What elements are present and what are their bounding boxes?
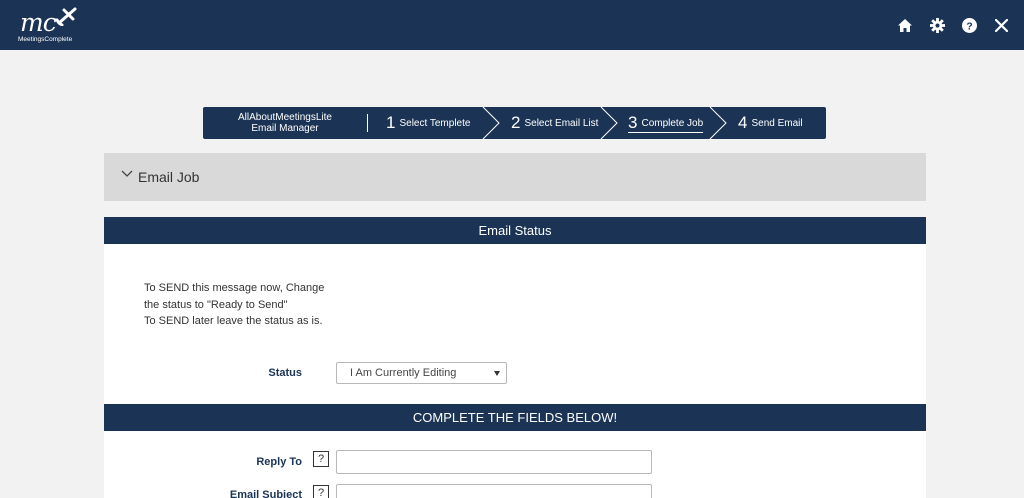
reply-to-label: Reply To	[256, 456, 302, 468]
airplane-icon	[56, 7, 77, 26]
instruction-line: the status to "Ready to Send"	[144, 298, 288, 311]
email-subject-input[interactable]	[336, 484, 652, 498]
step-label: Select Templete	[399, 117, 471, 129]
wizard-title-line2: Email Manager	[251, 123, 319, 134]
status-select-value: I Am Currently Editing	[350, 367, 457, 379]
status-select[interactable]: I Am Currently Editing	[336, 362, 507, 384]
gear-icon[interactable]	[928, 16, 946, 34]
step-label: Complete Job	[641, 117, 704, 129]
reply-to-input[interactable]	[336, 450, 652, 474]
step-select-email-list[interactable]: 2 Select Email List	[511, 107, 598, 139]
active-step-underline	[628, 132, 704, 133]
logo-tagline: MeetingsComplete	[18, 36, 73, 43]
complete-fields-header: COMPLETE THE FIELDS BELOW!	[104, 404, 926, 431]
instruction-line: To SEND this message now, Change	[144, 282, 325, 294]
wizard-divider	[367, 114, 368, 132]
step-number: 4	[738, 113, 748, 132]
email-subject-label: Email Subject	[229, 489, 302, 498]
chevron-down-icon	[121, 170, 133, 177]
header-actions: ?	[896, 14, 1010, 36]
step-complete-job[interactable]: 3 Complete Job	[628, 107, 704, 139]
email-job-panel-header[interactable]: Email Job	[104, 153, 926, 201]
wizard-steps: AllAboutMeetingsLite Email Manager 1 Sel…	[203, 107, 826, 139]
meetingscomplete-logo[interactable]: mc MeetingsComplete	[18, 6, 80, 46]
step-send-email[interactable]: 4 Send Email	[738, 107, 803, 139]
panel-title: Email Job	[138, 169, 200, 185]
top-bar: mc MeetingsComplete ?	[0, 0, 1024, 50]
help-icon[interactable]: ?	[960, 16, 978, 34]
step-select-template[interactable]: 1 Select Templete	[386, 107, 470, 139]
step-number: 3	[628, 113, 638, 132]
wizard-title-line1: AllAboutMeetingsLite	[238, 112, 332, 123]
step-label: Select Email List	[524, 117, 599, 129]
svg-text:?: ?	[966, 21, 972, 32]
instruction-line: To SEND later leave the status as is.	[144, 315, 323, 327]
caret-down-icon	[494, 371, 500, 376]
logo-mark: mc	[20, 8, 57, 37]
home-icon[interactable]	[896, 16, 914, 34]
email-subject-help-icon[interactable]: ?	[313, 485, 329, 498]
email-status-header: Email Status	[104, 217, 926, 244]
wizard-title: AllAboutMeetingsLite Email Manager	[203, 112, 367, 134]
send-instructions: To SEND this message now, Change the sta…	[144, 280, 324, 330]
close-icon[interactable]	[992, 16, 1010, 34]
email-job-card: Email Status To SEND this message now, C…	[104, 217, 926, 498]
step-number: 1	[386, 113, 396, 132]
step-label: Send Email	[751, 117, 803, 129]
step-number: 2	[511, 113, 521, 132]
reply-to-help-icon[interactable]: ?	[313, 451, 329, 467]
status-label: Status	[268, 367, 302, 379]
